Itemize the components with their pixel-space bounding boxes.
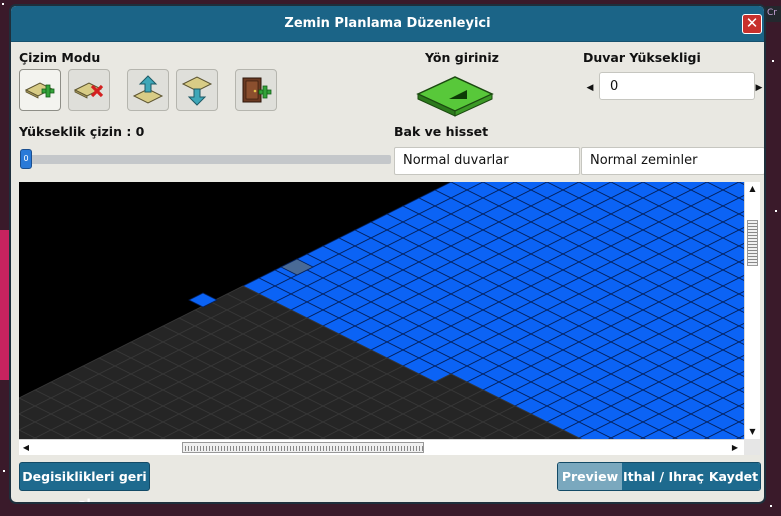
height-slider-track[interactable]: [21, 155, 391, 164]
remove-tile-tool[interactable]: [68, 69, 110, 111]
door-plus-icon: [242, 77, 272, 103]
tile-x-icon: [73, 82, 104, 99]
floor-style-select[interactable]: Normal zeminler: [581, 147, 764, 175]
preview-button[interactable]: Preview: [558, 463, 622, 490]
tile-up-arrow-icon: [132, 75, 164, 104]
scroll-down-button[interactable]: ▼: [745, 425, 760, 439]
scroll-up-button[interactable]: ▲: [745, 182, 760, 196]
background-star: [775, 210, 777, 212]
floor-plan-canvas[interactable]: [19, 182, 760, 455]
wall-height-decrease-button[interactable]: ◀: [585, 79, 595, 97]
direction-label: Yön giriniz: [425, 50, 499, 65]
background-star: [2, 3, 4, 5]
wall-height-value: 0: [610, 79, 619, 94]
look-and-feel-label: Bak ve hisset: [394, 124, 489, 139]
floor-plan-editor-window: Zemin Planlama Düzenleyici ✕ Çizim Modu: [9, 4, 766, 504]
green-tile-direction-icon[interactable]: [415, 74, 495, 118]
wall-height-field[interactable]: 0: [599, 72, 755, 100]
window-title: Zemin Planlama Düzenleyici: [284, 16, 491, 31]
close-button[interactable]: ✕: [742, 14, 762, 34]
height-slider-thumb[interactable]: 0: [20, 149, 32, 169]
save-button[interactable]: Kaydet: [705, 463, 760, 490]
tile-down-arrow-icon: [181, 76, 213, 106]
background-star: [772, 60, 774, 62]
height-draw-label: Yükseklik çizin : 0: [19, 124, 145, 139]
title-bar[interactable]: Zemin Planlama Düzenleyici ✕: [11, 6, 764, 42]
tile-grid[interactable]: [19, 182, 760, 455]
tile-layer[interactable]: [19, 182, 760, 455]
wall-style-select[interactable]: Normal duvarlar: [394, 147, 580, 175]
horizontal-scrollbar[interactable]: ◀ ▶: [19, 439, 744, 455]
action-button-group: Preview Ithal / Ihraç Kaydet: [557, 462, 761, 491]
undo-changes-button[interactable]: Degisiklikleri geri al: [19, 462, 150, 502]
door-tool[interactable]: [235, 69, 277, 111]
raise-tile-tool[interactable]: [127, 69, 169, 111]
tile-plus-icon: [24, 82, 55, 99]
wall-height-label: Duvar Yüksekligi: [583, 50, 701, 65]
corner-badge: Cr: [764, 6, 781, 22]
scroll-right-button[interactable]: ▶: [728, 440, 742, 455]
draw-mode-label: Çizim Modu: [19, 50, 101, 65]
vertical-scroll-thumb[interactable]: [747, 220, 758, 266]
import-export-button[interactable]: Ithal / Ihraç: [622, 463, 705, 490]
background-star: [770, 505, 772, 507]
horizontal-scroll-thumb[interactable]: [182, 442, 424, 453]
add-tile-tool[interactable]: [19, 69, 61, 111]
wall-height-increase-button[interactable]: ▶: [755, 79, 763, 97]
background-star: [3, 470, 5, 472]
lower-tile-tool[interactable]: [176, 69, 218, 111]
scroll-left-button[interactable]: ◀: [19, 440, 33, 455]
vertical-scrollbar[interactable]: ▲ ▼: [744, 182, 760, 439]
scrollbar-corner: [744, 439, 760, 455]
